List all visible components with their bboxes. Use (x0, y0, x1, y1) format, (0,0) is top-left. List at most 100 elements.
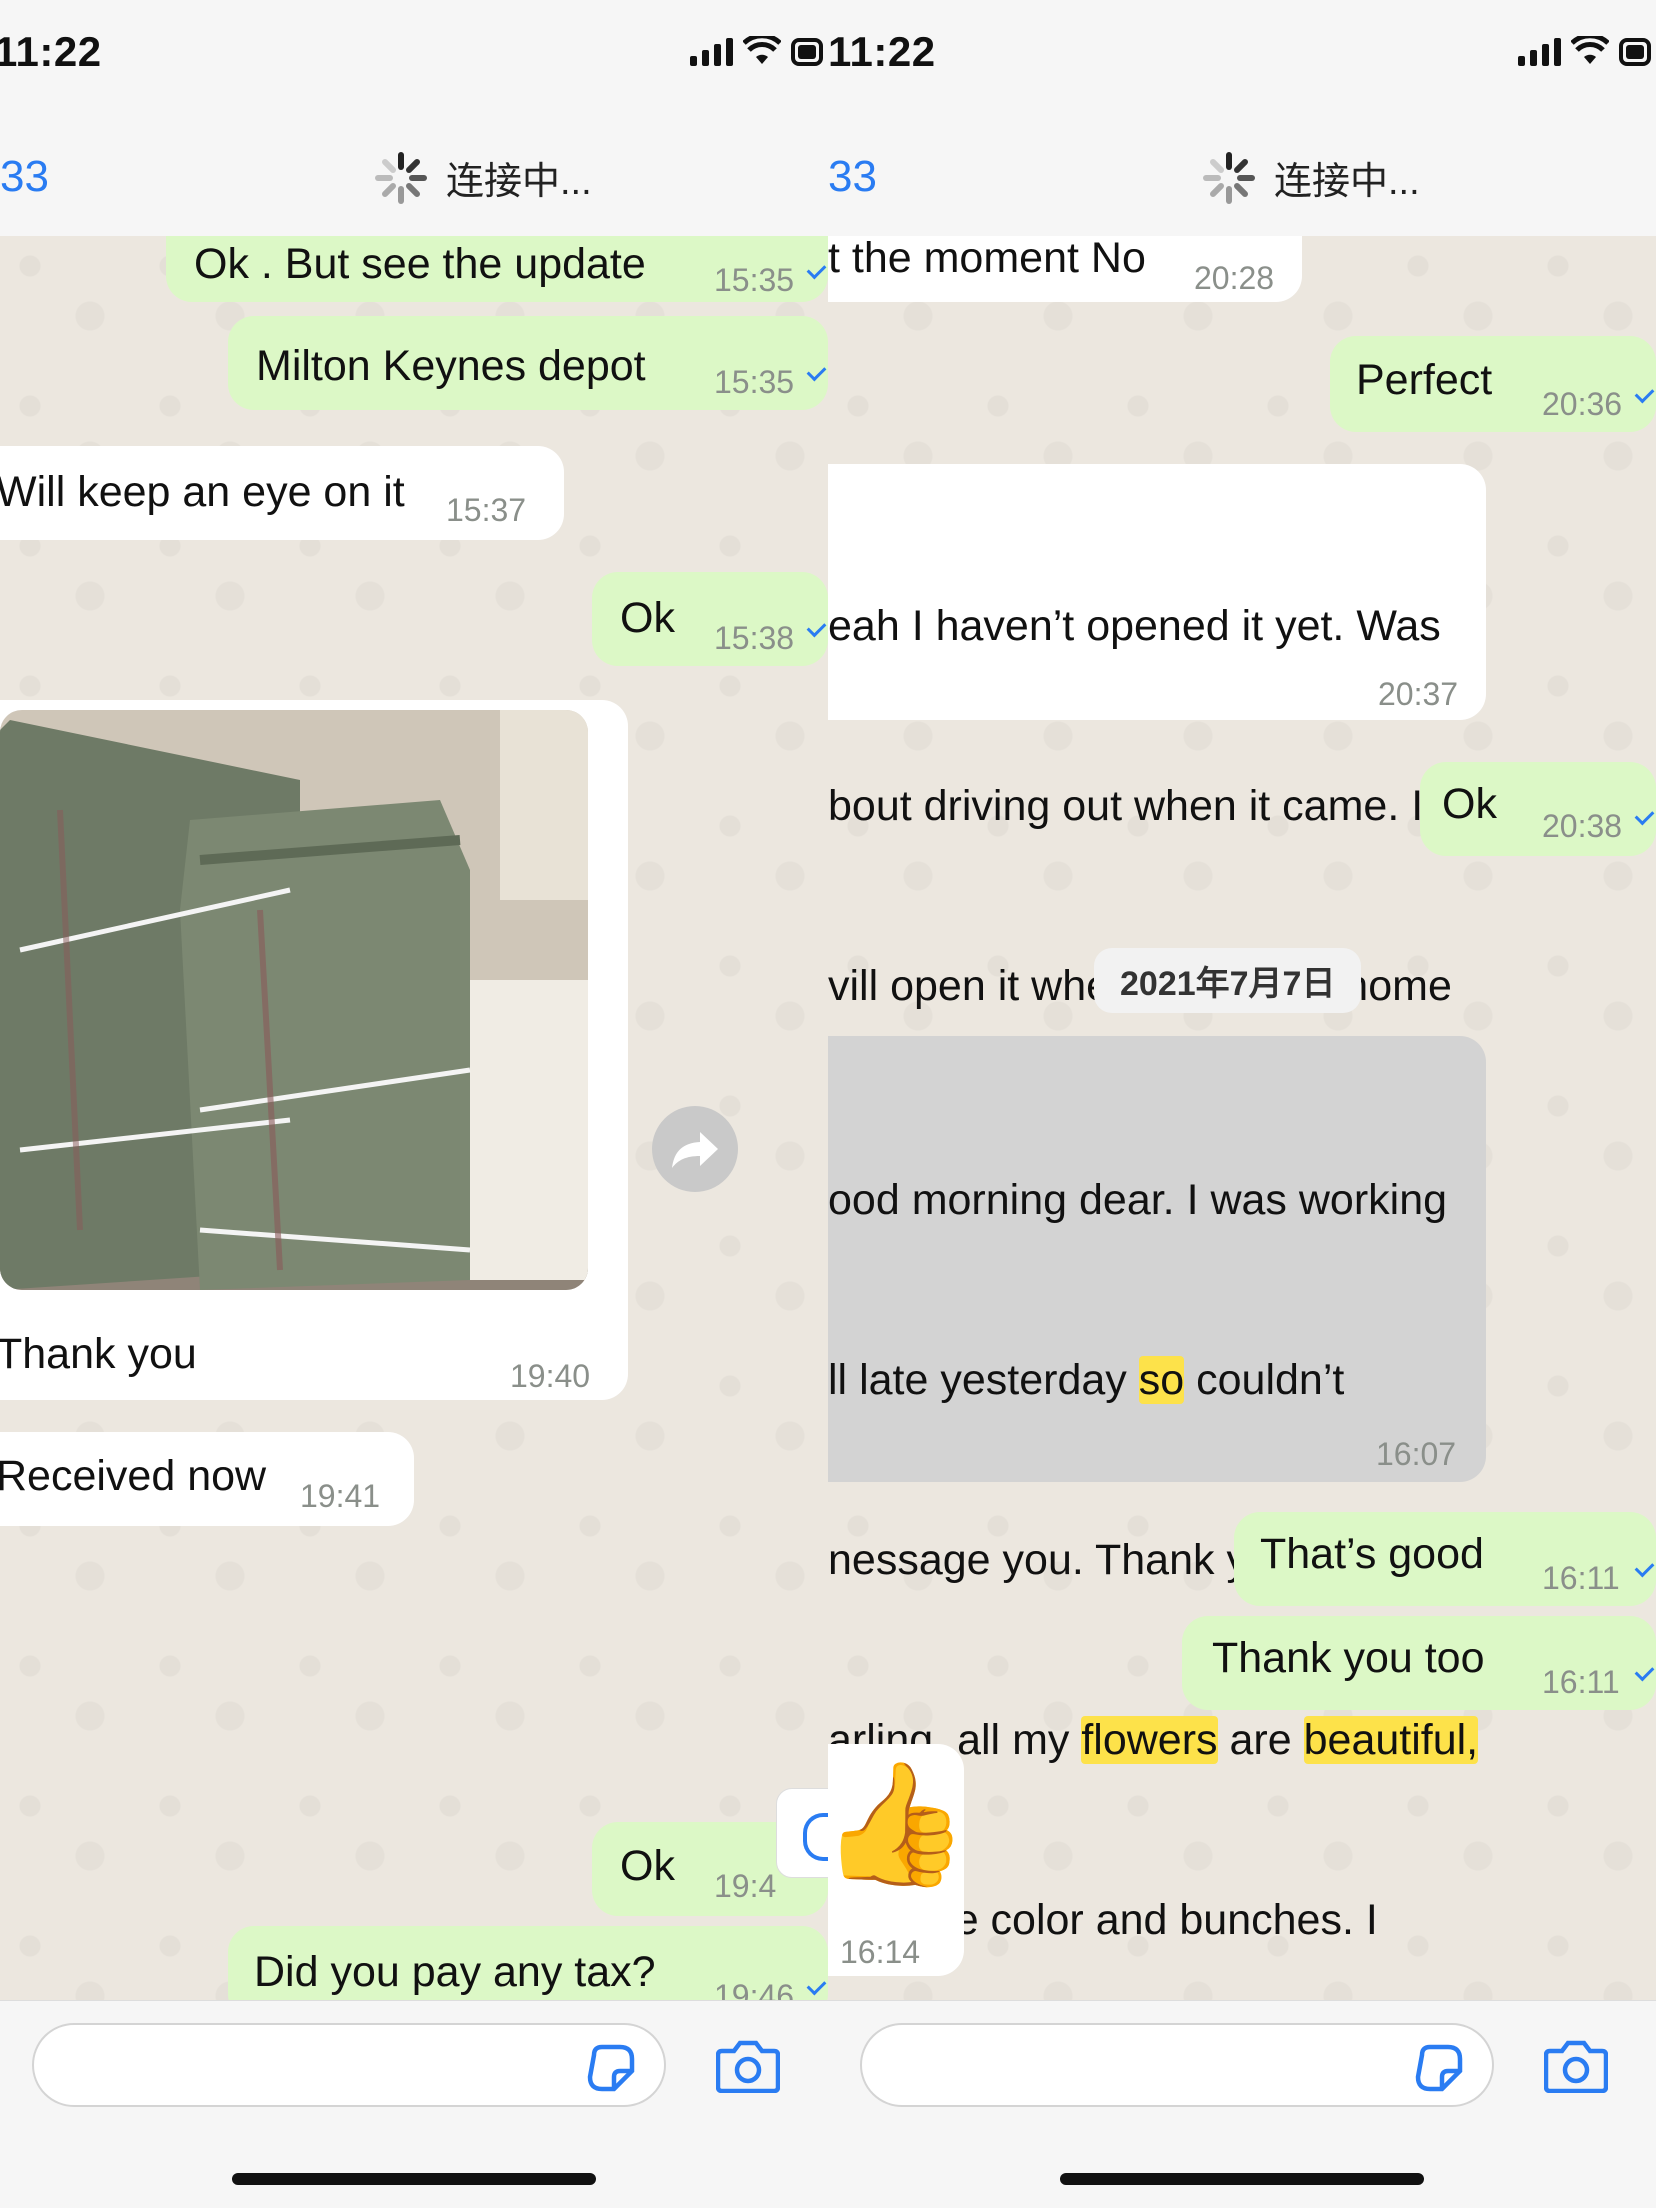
message-bubble[interactable]: eah I haven’t opened it yet. Was bout dr… (828, 464, 1486, 1010)
chat-header: 33 连接中... (0, 110, 828, 238)
message-text: Ok (1442, 780, 1497, 828)
message-list[interactable]: t the moment No 20:28 Perfect 20:36 eah … (828, 236, 1656, 2000)
message-text: Perfect (1356, 356, 1493, 404)
date-separator: 2021年7月7日 (1094, 948, 1362, 1013)
forward-icon (672, 1132, 718, 1168)
message-bubble[interactable]: Received now 19:41 (0, 1432, 414, 1526)
message-bubble[interactable]: Ok . But see the update 15:35 (166, 236, 828, 302)
battery-icon (791, 38, 823, 66)
scroll-button[interactable] (776, 1788, 828, 1878)
signal-icon (690, 36, 733, 66)
wifi-icon (743, 36, 781, 64)
message-text: Received now (0, 1452, 267, 1500)
status-time: 11:22 (828, 28, 936, 75)
thumbs-up-emoji: 👍 (828, 1757, 970, 1891)
check-icon (1634, 383, 1655, 404)
message-time: 16:07 (1376, 1436, 1457, 1472)
check-icon (1634, 1661, 1655, 1682)
back-button[interactable]: 33 (0, 152, 49, 202)
left-chat-panel: 11:22 33 连接中... Ok . But see the update … (0, 0, 828, 2208)
message-line: ood morning dear. I was working (828, 1176, 1448, 1224)
check-icon (806, 259, 827, 280)
message-time: 20:36 (1542, 386, 1623, 422)
message-text: That’s good (1260, 1530, 1484, 1578)
highlighted-word: so (1138, 1356, 1185, 1404)
message-time: 16:11 (1542, 1664, 1620, 1700)
message-line: ll late yesterday so couldn’t (828, 1356, 1345, 1404)
message-time: 16:11 (1542, 1560, 1620, 1596)
sticker-icon[interactable] (1414, 2043, 1464, 2093)
message-bubble[interactable]: Will keep an eye on it 15:37 (0, 446, 564, 540)
camera-icon[interactable] (716, 2037, 780, 2093)
message-bubble[interactable]: Ok 15:38 (592, 572, 828, 666)
spinner-icon (375, 151, 427, 204)
message-time: 19:46 (714, 1978, 795, 2000)
composer-bar (0, 2000, 828, 2208)
message-bubble[interactable]: t the moment No 20:28 (828, 236, 1302, 302)
highlighted-word: beautiful, (1303, 1716, 1479, 1764)
check-icon (806, 361, 827, 382)
message-bubble[interactable]: Ok 20:38 (1420, 762, 1656, 856)
scroll-icon (803, 1813, 828, 1861)
status-icons (1518, 36, 1651, 66)
wifi-icon (1571, 36, 1609, 64)
message-time: 20:28 (1194, 260, 1275, 296)
message-bubble[interactable]: 👍 16:14 (828, 1744, 969, 1976)
message-text: Ok (620, 1842, 675, 1890)
status-bar: 11:22 (0, 0, 828, 110)
message-line: eah I haven’t opened it yet. Was (828, 602, 1441, 650)
message-photo[interactable] (0, 710, 588, 1290)
check-icon (806, 1975, 827, 1996)
status-time: 11:22 (0, 28, 102, 75)
home-indicator[interactable] (232, 2173, 596, 2185)
message-bubble[interactable]: Milton Keynes depot 15:35 (228, 316, 828, 410)
message-time: 19:40 (510, 1358, 591, 1394)
message-text: Did you pay any tax? (254, 1948, 656, 1996)
message-line: bout driving out when it came. I (828, 782, 1424, 830)
connection-status: 连接中... (1202, 150, 1420, 205)
camera-icon[interactable] (1544, 2037, 1608, 2093)
photo-caption: Thank you (0, 1330, 197, 1378)
message-time: 20:37 (1378, 676, 1459, 712)
sticker-icon[interactable] (586, 2043, 636, 2093)
message-input[interactable] (860, 2023, 1494, 2107)
message-time: 15:38 (714, 620, 795, 656)
forward-button[interactable] (652, 1106, 738, 1192)
status-icons (690, 36, 823, 66)
signal-icon (1518, 36, 1561, 66)
chat-header: 33 连接中... (828, 110, 1656, 238)
message-text: Ok . But see the update (194, 240, 646, 288)
composer-bar (828, 2000, 1656, 2208)
connecting-text: 连接中... (446, 161, 592, 203)
highlighted-word: flowers (1081, 1716, 1218, 1764)
photo-message-bubble[interactable]: Thank you 19:40 (0, 700, 628, 1400)
message-bubble[interactable]: Did you pay any tax? 19:46 (228, 1926, 828, 2000)
back-button[interactable]: 33 (828, 152, 877, 202)
message-list[interactable]: Ok . But see the update 15:35 Milton Key… (0, 236, 828, 2000)
check-icon (1634, 1557, 1655, 1578)
status-bar: 11:22 (828, 0, 1656, 110)
message-time: 15:35 (714, 262, 795, 298)
message-time: 15:37 (446, 492, 527, 528)
message-bubble[interactable]: That’s good 16:11 (1234, 1512, 1656, 1606)
message-time: 20:38 (1542, 808, 1623, 844)
message-text: Thank you too (1212, 1634, 1485, 1682)
right-chat-panel: 11:22 33 连接中... t the moment No 20:28 Pe… (828, 0, 1656, 2208)
message-text: t the moment No (828, 236, 1146, 282)
check-icon (1634, 805, 1655, 826)
message-input[interactable] (32, 2023, 666, 2107)
spinner-icon (1203, 151, 1255, 204)
message-bubble[interactable]: Thank you too 16:11 (1182, 1616, 1656, 1710)
message-time: 19:41 (300, 1478, 381, 1514)
connection-status: 连接中... (374, 150, 592, 205)
check-icon (806, 617, 827, 638)
message-bubble[interactable]: Perfect 20:36 (1330, 336, 1656, 432)
message-bubble[interactable]: ood morning dear. I was working ll late … (828, 1036, 1486, 1944)
packages-photo (0, 710, 588, 1290)
home-indicator[interactable] (1060, 2173, 1424, 2185)
message-time: 15:35 (714, 364, 795, 400)
battery-icon (1619, 38, 1651, 66)
connecting-text: 连接中... (1274, 161, 1420, 203)
message-text: Will keep an eye on it (0, 468, 405, 516)
message-text: Ok (620, 594, 675, 642)
